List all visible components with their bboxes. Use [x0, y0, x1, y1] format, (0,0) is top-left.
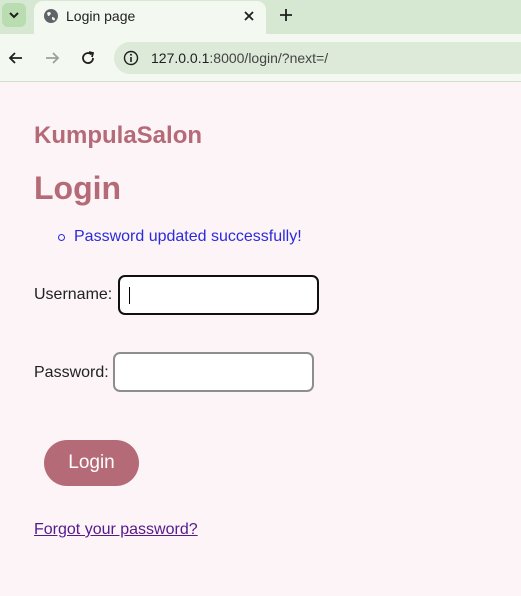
password-input[interactable] — [113, 352, 314, 392]
text-caret — [129, 287, 130, 304]
login-button[interactable]: Login — [44, 440, 139, 486]
reload-icon[interactable] — [80, 50, 96, 66]
tab-bar: Login page — [0, 0, 521, 34]
forward-arrow-icon[interactable] — [44, 50, 60, 66]
page-title: Login — [34, 170, 122, 206]
url-host: 127.0.0.1 — [151, 50, 210, 66]
tab-search-button[interactable] — [2, 3, 26, 27]
messages-list: Password updated successfully! — [58, 228, 302, 246]
password-label: Password: — [34, 364, 109, 381]
browser-tab[interactable]: Login page — [34, 1, 266, 34]
site-info-icon[interactable] — [123, 50, 139, 66]
bullet-icon — [58, 234, 65, 241]
url-path: :8000/login/?next=/ — [209, 50, 329, 66]
message-text: Password updated successfully! — [74, 228, 302, 245]
address-bar[interactable]: 127.0.0.1:8000/login/?next=/ — [114, 42, 521, 74]
forgot-password-link[interactable]: Forgot your password? — [34, 521, 198, 539]
username-label: Username: — [34, 286, 113, 303]
close-icon[interactable] — [242, 9, 256, 23]
url-text: 127.0.0.1:8000/login/?next=/ — [151, 50, 328, 66]
site-brand: KumpulaSalon — [34, 122, 203, 149]
chevron-down-icon — [9, 12, 19, 19]
message-item: Password updated successfully! — [58, 228, 302, 246]
tab-title: Login page — [66, 8, 136, 24]
username-input[interactable] — [118, 275, 319, 315]
back-arrow-icon[interactable] — [8, 50, 24, 66]
browser-toolbar: 127.0.0.1:8000/login/?next=/ — [0, 34, 521, 82]
new-tab-icon[interactable] — [278, 7, 294, 23]
globe-icon — [44, 9, 58, 23]
